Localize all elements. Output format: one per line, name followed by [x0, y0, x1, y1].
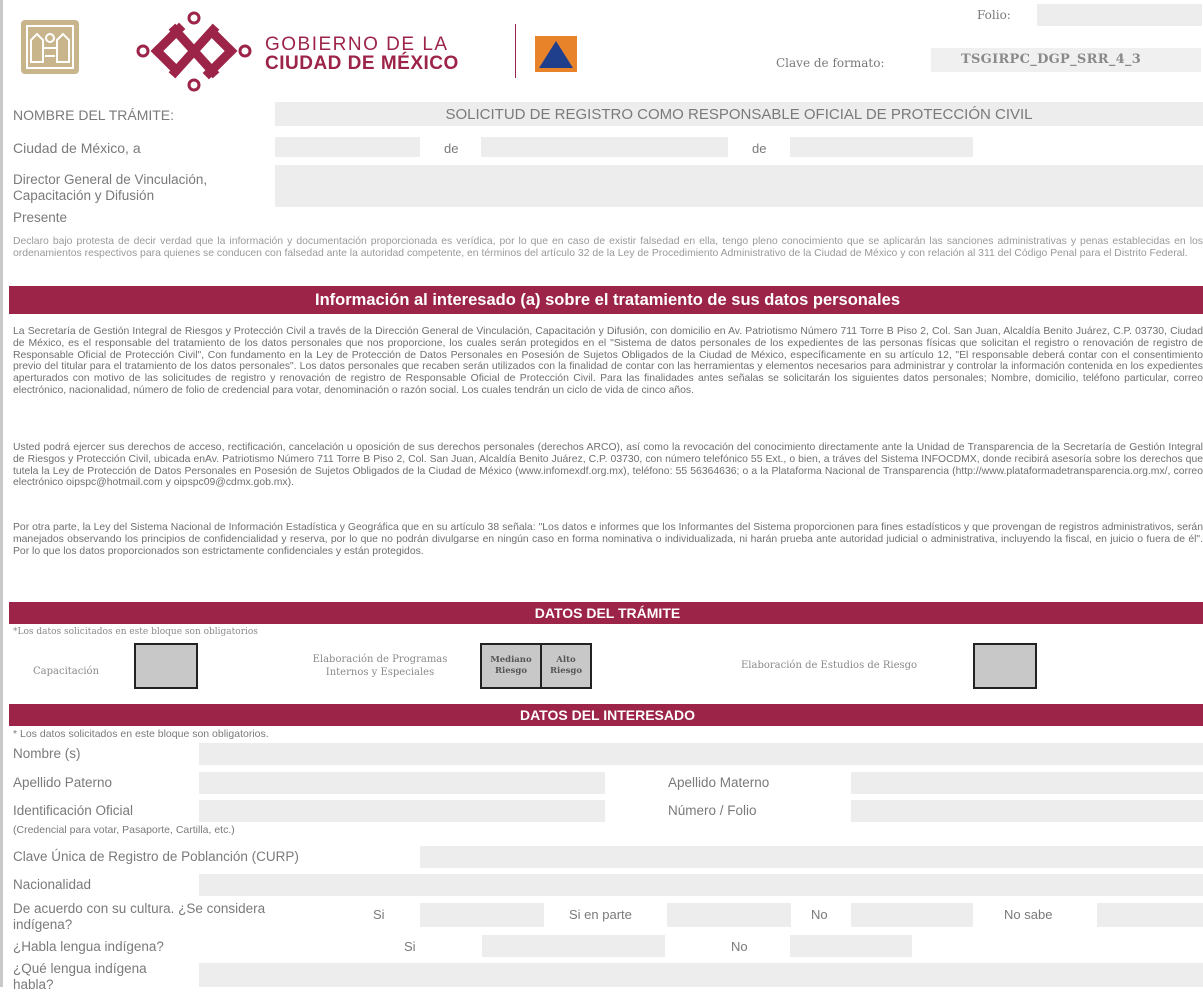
director-label-line1: Director General de Vinculación, — [13, 172, 208, 187]
declaracion-text: Declaro bajo protesta de decir verdad qu… — [13, 236, 1203, 259]
datos-interesado-bar: DATOS DEL INTERESADO — [9, 704, 1203, 726]
nombre-field[interactable] — [199, 743, 1203, 765]
privacidad-paragraph-1: La Secretaría de Gestión Integral de Rie… — [13, 326, 1203, 396]
estudios-riesgo-label: Elaboración de Estudios de Riesgo — [741, 660, 918, 671]
indigena-si-en-parte-label: Si en parte — [569, 907, 632, 922]
tramite-label: NOMBRE DEL TRÁMITE: — [13, 107, 175, 123]
director-field[interactable] — [275, 165, 1203, 207]
alto-riesgo-line2: Riesgo — [549, 666, 583, 676]
nombre-label: Nombre (s) — [13, 746, 81, 761]
indigena-no-sabe-field[interactable] — [1097, 903, 1203, 927]
indigena-label: De acuerdo con su cultura. ¿Se considera… — [13, 901, 265, 933]
privacidad-title: Información al interesado (a) sobre el t… — [315, 291, 900, 309]
capacitacion-label: Capacitación — [33, 666, 100, 677]
gov-name-line2: CIUDAD DE MÉXICO — [265, 53, 459, 74]
datos-interesado-title: DATOS DEL INTERESADO — [519, 707, 696, 723]
numero-folio-label: Número / Folio — [668, 803, 757, 818]
mediano-riesgo-label: Mediano Riesgo — [482, 655, 540, 677]
folio-label: Folio: — [977, 8, 1011, 22]
clave-formato-value: TSGIRPC_DGP_SRR_4_3 — [961, 52, 1142, 67]
lengua-no-field[interactable] — [790, 935, 912, 957]
programas-label-line1: Elaboración de Programas — [312, 654, 448, 665]
fecha-label: Ciudad de México, a — [13, 140, 141, 156]
capacitacion-checkbox[interactable] — [134, 643, 198, 689]
mediano-riesgo-line1: Mediano — [490, 655, 532, 665]
mediano-riesgo-line2: Riesgo — [494, 666, 528, 676]
header-divider — [515, 24, 516, 78]
director-label-line2: Capacitación y Difusión — [13, 188, 155, 203]
indigena-no-label: No — [811, 907, 828, 922]
fecha-dia-field[interactable] — [275, 137, 420, 157]
que-lengua-label: ¿Qué lengua indígena habla? — [13, 961, 147, 993]
indigena-si-label: Si — [373, 907, 385, 922]
que-lengua-label-line1: ¿Qué lengua indígena — [13, 961, 147, 976]
datos-interesado-note: * Los datos solicitados en este bloque s… — [13, 728, 269, 740]
datos-tramite-note: *Los datos solicitados en este bloque so… — [13, 627, 258, 637]
identificacion-field[interactable] — [199, 800, 605, 822]
programas-label-line2: Internos y Especiales — [325, 667, 435, 678]
indigena-no-field[interactable] — [851, 903, 973, 927]
fecha-mes-field[interactable] — [481, 137, 728, 157]
indigena-no-sabe-label: No sabe — [1004, 907, 1053, 922]
fecha-de-label-1: de — [444, 141, 459, 156]
identificacion-nota: (Credencial para votar, Pasaporte, Carti… — [13, 824, 235, 836]
datos-tramite-title: DATOS DEL TRÁMITE — [534, 605, 681, 621]
indigena-si-en-parte-field[interactable] — [667, 903, 791, 927]
estudios-riesgo-checkbox[interactable] — [973, 643, 1037, 689]
numero-folio-field[interactable] — [851, 800, 1203, 822]
lengua-si-field[interactable] — [482, 935, 665, 957]
alto-riesgo-line1: Alto — [556, 655, 576, 665]
privacidad-paragraph-3: Por otra parte, la Ley del Sistema Nacio… — [13, 522, 1203, 557]
identificacion-label: Identificación Oficial — [13, 803, 134, 818]
que-lengua-label-line2: habla? — [13, 977, 54, 992]
presente-label: Presente — [13, 210, 68, 225]
lengua-label: ¿Habla lengua indígena? — [13, 939, 164, 954]
cdmx-coat-of-arms-logo — [19, 18, 81, 76]
clave-formato-label: Clave de formato: — [776, 56, 885, 70]
director-label: Director General de Vinculación, Capacit… — [13, 172, 207, 204]
indigena-label-line1: De acuerdo con su cultura. ¿Se considera — [13, 901, 266, 916]
fecha-de-label-2: de — [752, 141, 767, 156]
alto-riesgo-label: Alto Riesgo — [542, 655, 590, 677]
cdmx-emblem-logo — [135, 10, 253, 92]
que-lengua-field[interactable] — [199, 963, 1203, 987]
apellido-materno-label: Apellido Materno — [668, 775, 770, 790]
privacidad-title-bar: Información al interesado (a) sobre el t… — [9, 286, 1203, 314]
folio-field[interactable] — [1037, 4, 1202, 26]
apellido-paterno-field[interactable] — [199, 772, 605, 794]
lengua-no-label: No — [731, 939, 748, 954]
apellido-materno-field[interactable] — [851, 772, 1203, 794]
lengua-si-label: Si — [404, 939, 416, 954]
indigena-label-line2: indígena? — [13, 917, 73, 932]
tramite-value: SOLICITUD DE REGISTRO COMO RESPONSABLE O… — [445, 106, 1033, 123]
curp-label: Clave Única de Registro de Poblanción (C… — [13, 849, 299, 864]
curp-field[interactable] — [420, 846, 1203, 868]
nacionalidad-label: Nacionalidad — [13, 877, 92, 892]
apellido-paterno-label: Apellido Paterno — [13, 775, 113, 790]
datos-tramite-bar: DATOS DEL TRÁMITE — [9, 602, 1203, 624]
nacionalidad-field[interactable] — [199, 874, 1203, 896]
indigena-si-field[interactable] — [420, 903, 544, 927]
fecha-anio-field[interactable] — [790, 137, 973, 157]
form-page: GOBIERNO DE LA CIUDAD DE MÉXICO Folio: C… — [0, 0, 1203, 992]
privacidad-paragraph-2: Usted podrá ejercer sus derechos de acce… — [13, 442, 1203, 489]
proteccion-civil-logo — [535, 36, 577, 72]
programas-label: Elaboración de Programas Internos y Espe… — [289, 653, 471, 679]
